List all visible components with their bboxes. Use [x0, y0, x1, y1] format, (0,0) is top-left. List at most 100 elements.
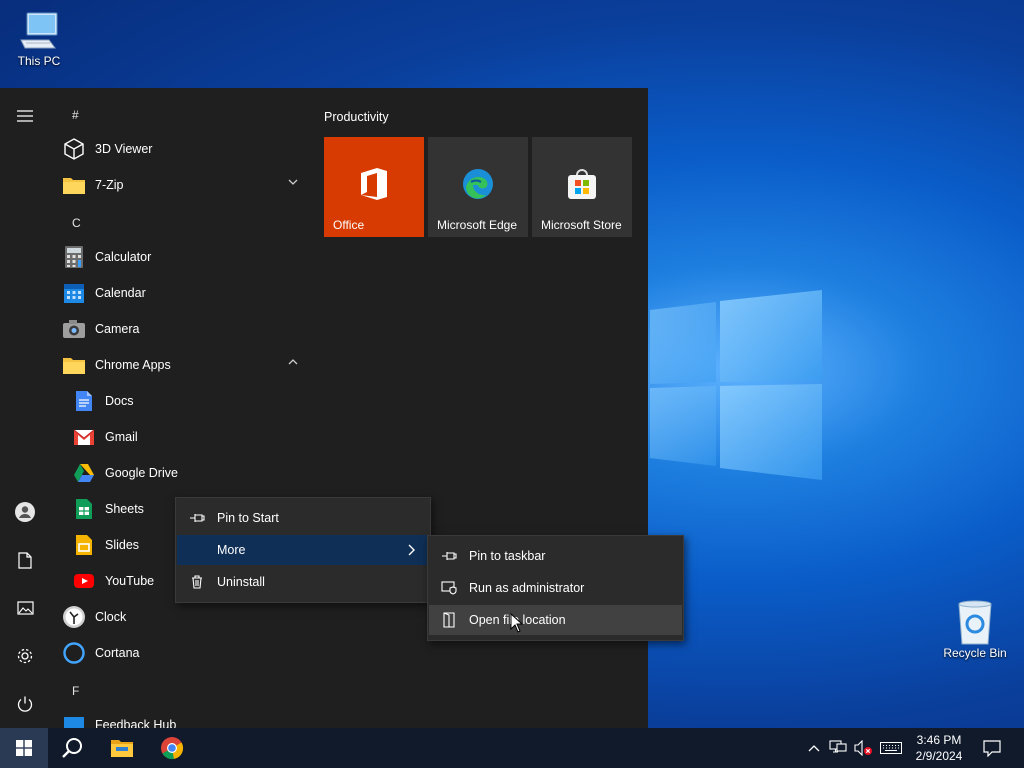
app-label: 3D Viewer — [95, 142, 153, 156]
power-button[interactable] — [0, 686, 50, 722]
desktop-icon-this-pc[interactable]: This PC — [1, 8, 77, 68]
app-label: Sheets — [105, 502, 144, 516]
pin-icon — [442, 552, 457, 560]
recycle-bin-icon — [937, 600, 1013, 646]
store-icon — [568, 169, 596, 199]
mouse-cursor-icon — [510, 613, 523, 633]
app-calculator[interactable]: Calculator — [62, 239, 308, 275]
windows-icon — [16, 740, 32, 756]
camera-icon — [63, 320, 85, 338]
app-list: # 3D Viewer 7-Zip C Calculator Calendar … — [50, 88, 310, 728]
taskbar: 3:46 PM 2/9/2024 — [0, 728, 1024, 768]
tile-office[interactable]: Office — [324, 137, 424, 237]
more-submenu: Pin to taskbar Run as administrator Open… — [427, 535, 684, 641]
taskbar-clock[interactable]: 3:46 PM 2/9/2024 — [906, 732, 972, 764]
network-icon — [829, 740, 847, 753]
search-icon — [62, 738, 82, 758]
start-left-rail — [0, 88, 50, 728]
app-label: YouTube — [105, 574, 155, 588]
feedback-icon — [64, 717, 84, 728]
trash-icon — [192, 575, 202, 589]
menu-item-more[interactable]: More — [177, 535, 429, 565]
app-label: 7-Zip — [95, 178, 124, 192]
app-google-drive[interactable]: Google Drive — [72, 455, 308, 491]
volume-muted-icon — [854, 740, 872, 756]
touch-keyboard-button[interactable] — [878, 728, 904, 768]
computer-icon — [1, 8, 77, 54]
menu-item-label: Run as administrator — [469, 581, 585, 595]
app-docs[interactable]: Docs — [72, 383, 308, 419]
google-sheets-icon — [76, 499, 92, 519]
menu-item-label: Pin to taskbar — [469, 549, 546, 563]
app-label: Clock — [95, 610, 127, 624]
gmail-icon — [73, 429, 95, 445]
app-label: Docs — [105, 394, 134, 408]
menu-item-run-as-administrator[interactable]: Run as administrator — [429, 573, 682, 603]
app-calendar[interactable]: Calendar — [62, 275, 308, 311]
hamburger-icon — [17, 110, 33, 122]
cortana-icon — [63, 642, 85, 664]
app-7zip-folder[interactable]: 7-Zip — [62, 167, 308, 203]
app-feedback-hub[interactable]: Feedback Hub — [62, 707, 308, 728]
app-label: Feedback Hub — [95, 718, 177, 728]
group-letter-f[interactable]: F — [72, 684, 79, 698]
cube-icon — [64, 138, 84, 160]
group-letter-hash[interactable]: # — [72, 108, 79, 122]
menu-item-pin-to-taskbar[interactable]: Pin to taskbar — [429, 541, 682, 571]
show-hidden-icons-button[interactable] — [804, 728, 824, 768]
app-gmail[interactable]: Gmail — [72, 419, 308, 455]
folder-open-icon — [443, 612, 455, 628]
group-letter-c[interactable]: C — [72, 216, 81, 230]
taskbar-file-explorer[interactable] — [98, 728, 146, 768]
tile-microsoft-edge[interactable]: Microsoft Edge — [428, 137, 528, 237]
volume-button[interactable] — [852, 728, 876, 768]
chevron-up-icon — [288, 359, 298, 365]
google-drive-icon — [74, 464, 94, 482]
folder-icon — [63, 178, 85, 194]
tile-microsoft-store[interactable]: Microsoft Store — [532, 137, 632, 237]
search-button[interactable] — [48, 728, 96, 768]
context-menu: Pin to Start More Uninstall — [175, 497, 431, 603]
menu-item-label: Uninstall — [217, 575, 265, 589]
document-icon — [18, 551, 32, 569]
menu-item-open-file-location[interactable]: Open file location — [429, 605, 682, 635]
google-docs-icon — [76, 391, 92, 411]
google-slides-icon — [76, 535, 92, 555]
network-button[interactable] — [826, 728, 850, 768]
app-chrome-apps-folder[interactable]: Chrome Apps — [62, 347, 308, 383]
shield-window-icon — [441, 581, 457, 595]
menu-item-pin-to-start[interactable]: Pin to Start — [177, 503, 429, 533]
taskbar-chrome[interactable] — [148, 728, 196, 768]
chevron-right-icon — [408, 544, 415, 556]
pin-icon — [190, 514, 205, 522]
expand-menu-button[interactable] — [0, 98, 50, 134]
app-label: Camera — [95, 322, 140, 336]
chevron-down-icon — [288, 179, 298, 185]
action-center-button[interactable] — [978, 728, 1006, 768]
menu-item-uninstall[interactable]: Uninstall — [177, 567, 429, 597]
edge-icon — [463, 169, 493, 199]
app-label: Google Drive — [105, 466, 178, 480]
notification-icon — [983, 739, 1001, 757]
app-camera[interactable]: Camera — [62, 311, 308, 347]
file-explorer-icon — [111, 740, 133, 757]
documents-button[interactable] — [0, 542, 50, 578]
clock-date: 2/9/2024 — [915, 749, 963, 763]
app-3d-viewer[interactable]: 3D Viewer — [62, 131, 308, 167]
app-label: Slides — [105, 538, 140, 552]
desktop-icon-recycle-bin[interactable]: Recycle Bin — [937, 600, 1013, 660]
picture-icon — [16, 601, 34, 615]
app-clock[interactable]: Clock — [62, 599, 308, 635]
app-label: Calendar — [95, 286, 146, 300]
start-button[interactable] — [0, 728, 48, 768]
tile-group-title[interactable]: Productivity — [324, 110, 389, 124]
pictures-button[interactable] — [0, 590, 50, 626]
wallpaper-windows-logo — [650, 290, 822, 480]
settings-button[interactable] — [0, 638, 50, 674]
calculator-icon — [65, 246, 83, 268]
desktop-icon-label: Recycle Bin — [943, 646, 1007, 660]
gear-icon — [17, 648, 33, 664]
app-cortana[interactable]: Cortana — [62, 635, 308, 671]
chrome-icon — [161, 737, 184, 760]
user-account-button[interactable] — [0, 494, 50, 530]
